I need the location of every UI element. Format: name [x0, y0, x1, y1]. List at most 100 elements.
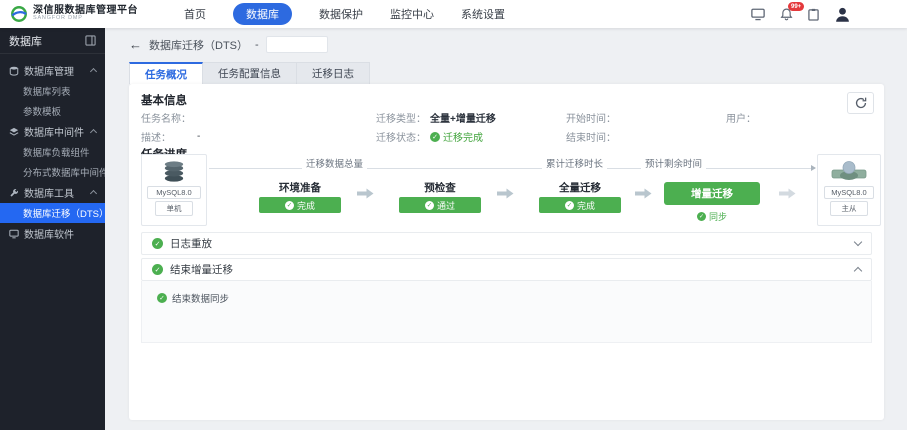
step-full-migration: 全量迁移 [559, 182, 601, 194]
panel-end-incremental[interactable]: ✓ 结束增量迁移 [141, 258, 872, 281]
refresh-icon [855, 97, 866, 109]
notification-badge: 99+ [788, 2, 805, 11]
step-precheck-status: ✓ 通过 [399, 197, 481, 213]
nav-monitor-center[interactable]: 监控中心 [390, 6, 434, 22]
check-circle-icon: ✓ [152, 264, 163, 275]
check-circle-icon: ✓ [152, 238, 163, 249]
software-icon [9, 229, 19, 239]
sidebar-item-label: 分布式数据库中间件 [23, 168, 109, 179]
sidebar-item-db-load-component[interactable]: 数据库负载组件 [0, 142, 105, 162]
target-engine-label: MySQL8.0 [824, 186, 874, 199]
sidebar: 数据库 数据库管理 数据库列表 参数模板 数据库中间件 数据库负载组件 分布式数… [0, 28, 109, 430]
migration-flow: 迁移数据总量 累计迁移时长 预计剩余时间 MySQL8.0 单机 环境准备 ✓ … [129, 152, 884, 230]
field-task-name: 任务名称： [141, 114, 191, 125]
end-data-sync-item: ✓ 结束数据同步 [157, 291, 229, 305]
step-env-prepare: 环境准备 [279, 182, 321, 194]
arrow-right-icon [635, 188, 652, 199]
main-content: ← 数据库迁移（DTS） - 任务概况 任务配置信息 迁移日志 基本信息 任务名… [105, 28, 907, 430]
sidebar-item-label: 数据库迁移（DTS） [23, 209, 109, 220]
chevron-down-icon[interactable] [853, 237, 863, 247]
sidebar-item-label: 数据库负载组件 [23, 148, 90, 159]
nav-home[interactable]: 首页 [184, 6, 206, 22]
field-start-time: 开始时间： [566, 114, 616, 125]
tab-label: 任务配置信息 [218, 68, 281, 80]
field-user: 用户： [726, 114, 756, 125]
monitor-icon[interactable] [751, 8, 765, 21]
check-icon: ✓ [284, 200, 294, 210]
sidebar-title: 数据库 [9, 35, 42, 48]
step-full-migration-status: ✓ 完成 [539, 197, 621, 213]
arrow-right-icon [779, 188, 796, 199]
bell-icon[interactable]: 99+ [780, 2, 805, 21]
target-database-node: MySQL8.0 主从 [817, 154, 881, 226]
tab-migration-log[interactable]: 迁移日志 [297, 62, 370, 84]
tab-bar: 任务概况 任务配置信息 迁移日志 [129, 62, 370, 84]
app-subtitle: SANGFOR DMP [33, 15, 83, 22]
breadcrumb-title: 数据库迁移（DTS） [149, 39, 248, 52]
check-icon: ✓ [424, 200, 434, 210]
refresh-button[interactable] [847, 92, 874, 114]
source-database-node: MySQL8.0 单机 [141, 154, 207, 226]
basic-info-title: 基本信息 [141, 95, 187, 107]
check-circle-icon: ✓ [157, 293, 167, 303]
check-icon: ✓ [696, 212, 706, 221]
tab-task-config[interactable]: 任务配置信息 [203, 62, 297, 84]
app-logo: 深信服数据库管理平台 SANGFOR DMP [10, 5, 138, 23]
field-migration-status: 迁移状态： ✓ 迁移完成 [376, 129, 483, 144]
sidebar-group-label: 数据库管理 [24, 67, 74, 78]
source-engine-label: MySQL8.0 [147, 186, 201, 199]
tab-label: 迁移日志 [312, 68, 354, 80]
metric-total-data: 迁移数据总量 [302, 156, 368, 170]
chevron-up-icon[interactable] [853, 266, 863, 276]
nav-data-protection[interactable]: 数据保护 [319, 6, 363, 22]
sidebar-item-db-list[interactable]: 数据库列表 [0, 81, 105, 101]
step-incremental-status: ✓ 同步 [696, 212, 727, 222]
sidebar-item-dts-migration[interactable]: 数据库迁移（DTS） [0, 203, 109, 223]
target-mode-label: 主从 [830, 201, 868, 216]
breadcrumb: ← 数据库迁移（DTS） - [129, 36, 328, 53]
check-icon: ✓ [564, 200, 574, 210]
middleware-icon [9, 127, 19, 137]
nav-system-settings[interactable]: 系统设置 [461, 6, 505, 22]
metric-remaining-time: 预计剩余时间 [641, 156, 707, 170]
clipboard-icon[interactable] [808, 8, 819, 21]
sidebar-item-param-template[interactable]: 参数模板 [0, 101, 105, 121]
panel-log-replay[interactable]: ✓ 日志重放 [141, 232, 872, 255]
topbar: 深信服数据库管理平台 SANGFOR DMP 首页 数据库 数据保护 监控中心 … [0, 0, 907, 28]
sidebar-group-label: 数据库中间件 [24, 128, 84, 139]
sidebar-item-label: 参数模板 [23, 107, 62, 118]
sidebar-group-label: 数据库软件 [24, 230, 74, 241]
sidebar-item-distributed-middleware[interactable]: 分布式数据库中间件 [0, 162, 109, 182]
sidebar-group-db-middleware[interactable]: 数据库中间件 [0, 121, 105, 142]
user-avatar-icon[interactable] [834, 6, 851, 23]
caret-up-icon [89, 67, 98, 76]
database-icon [9, 66, 19, 76]
sidebar-group-db-management[interactable]: 数据库管理 [0, 60, 105, 81]
field-migration-type: 迁移类型： 全量+增量迁移 [376, 114, 496, 125]
caret-up-icon [89, 128, 98, 137]
field-description: 描述： - [141, 131, 201, 144]
check-circle-icon: ✓ [430, 131, 440, 142]
sidebar-group-db-software[interactable]: 数据库软件 [0, 223, 105, 244]
sidebar-group-label: 数据库工具 [24, 189, 74, 200]
step-env-prepare-status: ✓ 完成 [259, 197, 341, 213]
sidebar-item-label: 数据库列表 [23, 87, 71, 98]
panel-title: 结束增量迁移 [170, 264, 233, 276]
task-name-input[interactable] [265, 36, 328, 53]
breadcrumb-separator: - [255, 38, 259, 51]
sidebar-collapse-icon[interactable] [85, 35, 96, 46]
tab-task-overview[interactable]: 任务概况 [129, 62, 203, 84]
sidebar-group-db-tools[interactable]: 数据库工具 [0, 182, 105, 203]
main-nav: 首页 数据库 数据保护 监控中心 系统设置 [184, 3, 505, 25]
flow-connector-line [209, 165, 816, 171]
metric-elapsed-time: 累计迁移时长 [542, 156, 608, 170]
step-incremental-migration-button[interactable]: 增量迁移 [664, 182, 760, 205]
task-overview-card: 基本信息 任务名称： 迁移类型： 全量+增量迁移 开始时间： 用户： 描述： -… [129, 84, 884, 420]
logo-icon [11, 6, 27, 22]
arrow-right-icon [357, 188, 374, 199]
back-arrow-icon[interactable]: ← [129, 37, 142, 52]
field-end-time: 结束时间： [566, 133, 616, 144]
tab-label: 任务概况 [145, 68, 187, 81]
arrow-right-icon [497, 188, 514, 199]
nav-database[interactable]: 数据库 [233, 3, 292, 25]
